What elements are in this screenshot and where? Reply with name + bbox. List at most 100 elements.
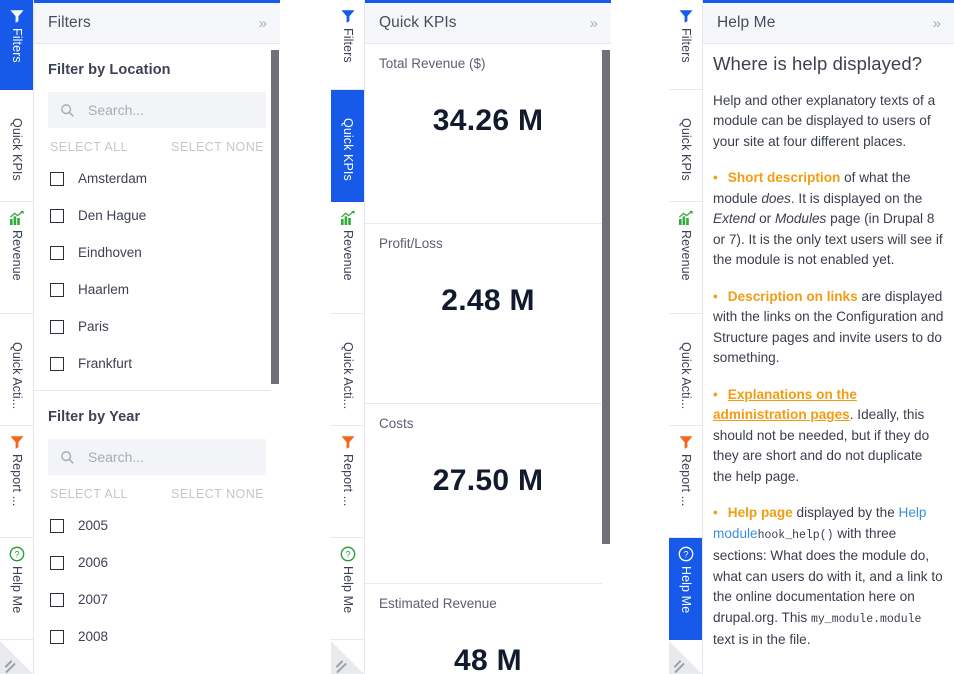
- kpis-collapse-icon[interactable]: »: [590, 16, 597, 31]
- rail-tab-quick-acti[interactable]: Quick Acti...: [331, 314, 365, 426]
- filter-option-row[interactable]: 2008: [48, 618, 266, 655]
- kpis-scrollbar-track[interactable]: [602, 44, 611, 674]
- rail-tab-report[interactable]: Report ...: [0, 426, 34, 538]
- kpi-value: 48 M: [365, 611, 611, 674]
- help-item-text: text is in the: [713, 632, 789, 647]
- rail-tab-filters[interactable]: Filters: [669, 0, 703, 90]
- help-item-emphasis: Modules: [775, 211, 826, 226]
- checkbox-icon[interactable]: [50, 246, 64, 260]
- rail-tab-label: Revenue: [0, 230, 34, 281]
- checkbox-icon[interactable]: [50, 209, 64, 223]
- filter-option-label: Frankfurt: [78, 356, 132, 371]
- rail-tab-report[interactable]: Report ...: [669, 426, 703, 538]
- help-item-lead[interactable]: Description on links: [728, 289, 858, 304]
- funnel-icon: [678, 8, 694, 24]
- help-item-lead[interactable]: Help page: [728, 505, 793, 520]
- rail-tab-help-me[interactable]: ?Help Me: [669, 538, 703, 640]
- tab-icon-placeholder: [9, 98, 25, 114]
- checkbox-icon[interactable]: [50, 320, 64, 334]
- filter-option-row[interactable]: Frankfurt: [48, 345, 266, 382]
- kpi-title: Profit/Loss: [365, 236, 611, 251]
- kpi-value: 34.26 M: [365, 71, 611, 138]
- rail-tab-label: Help Me: [0, 566, 34, 613]
- rail-tab-label: Help Me: [331, 566, 365, 613]
- filter-search-box[interactable]: [48, 439, 266, 475]
- rail-tab-filters[interactable]: Filters: [331, 0, 365, 90]
- help-collapse-icon[interactable]: »: [933, 16, 940, 31]
- checkbox-icon[interactable]: [50, 556, 64, 570]
- filter-search-input[interactable]: [86, 448, 256, 466]
- help-item-code: hook_help(): [758, 529, 834, 542]
- rail-tab-revenue[interactable]: Revenue: [0, 202, 34, 314]
- rail-tab-revenue[interactable]: Revenue: [669, 202, 703, 314]
- bar-chart-up-icon: [9, 210, 25, 226]
- help-bullet-item: •Description on links are displayed with…: [713, 287, 944, 369]
- rail-tab-quick-kpis[interactable]: Quick KPIs: [0, 90, 34, 202]
- checkbox-icon[interactable]: [50, 593, 64, 607]
- filters-panel-title: Filters: [48, 14, 91, 32]
- rail-tab-label: Report ...: [669, 454, 703, 506]
- panel-resize-grip[interactable]: [331, 640, 365, 674]
- filter-search-input[interactable]: [86, 101, 256, 119]
- filter-option-row[interactable]: 2007: [48, 581, 266, 618]
- checkbox-icon[interactable]: [50, 283, 64, 297]
- filter-option-label: 2007: [78, 592, 108, 607]
- filters-panel-body: Filters » Filter by LocationSELECT ALLSE…: [34, 0, 280, 674]
- help-panel-tab-rail: FiltersQuick KPIsRevenue Quick Acti... Rep…: [669, 0, 703, 674]
- rail-tab-report[interactable]: Report ...: [331, 426, 365, 538]
- help-panel-title: Help Me: [717, 14, 775, 32]
- rail-tab-filters[interactable]: Filters: [0, 0, 34, 90]
- select-all-link[interactable]: SELECT ALL: [50, 487, 128, 501]
- checkbox-icon[interactable]: [50, 519, 64, 533]
- funnel-icon: [340, 434, 356, 450]
- rail-tab-label: Quick Acti...: [331, 342, 365, 409]
- select-none-link[interactable]: SELECT NONE: [171, 487, 264, 501]
- help-bullet-list: •Short description of what the module do…: [713, 168, 944, 651]
- kpis-scrollbar-thumb[interactable]: [602, 50, 610, 544]
- filter-option-label: Amsterdam: [78, 171, 147, 186]
- filters-collapse-icon[interactable]: »: [259, 16, 266, 31]
- rail-tab-quick-kpis[interactable]: Quick KPIs: [331, 90, 365, 202]
- filter-option-row[interactable]: 2006: [48, 544, 266, 581]
- filter-option-label: Den Hague: [78, 208, 146, 223]
- funnel-icon: [340, 8, 356, 24]
- kpis-panel-header: Quick KPIs »: [365, 3, 611, 44]
- rail-tab-quick-kpis[interactable]: Quick KPIs: [669, 90, 703, 202]
- rail-tab-help-me[interactable]: ? Help Me: [331, 538, 365, 640]
- select-none-link[interactable]: SELECT NONE: [171, 140, 264, 154]
- filter-option-row[interactable]: Amsterdam: [48, 160, 266, 197]
- filters-scrollbar-thumb[interactable]: [271, 50, 279, 384]
- filter-option-row[interactable]: 2005: [48, 507, 266, 544]
- rail-tab-revenue[interactable]: Revenue: [331, 202, 365, 314]
- filters-scrollbar-track[interactable]: [271, 44, 280, 674]
- svg-text:?: ?: [14, 550, 19, 560]
- rail-tab-quick-acti[interactable]: Quick Acti...: [0, 314, 34, 426]
- bar-chart-up-icon: [9, 210, 25, 226]
- filter-option-label: 2005: [78, 518, 108, 533]
- bullet-icon: •: [713, 170, 718, 185]
- bullet-icon: •: [713, 289, 718, 304]
- filter-option-row[interactable]: Den Hague: [48, 197, 266, 234]
- rail-tab-label: Quick KPIs: [331, 118, 365, 181]
- rail-tab-quick-acti[interactable]: Quick Acti...: [669, 314, 703, 426]
- panel-resize-grip[interactable]: [669, 640, 703, 674]
- funnel-icon: [9, 434, 25, 450]
- funnel-icon: [340, 434, 356, 450]
- filter-option-label: Paris: [78, 319, 109, 334]
- filter-option-row[interactable]: Haarlem: [48, 271, 266, 308]
- rail-tab-help-me[interactable]: ? Help Me: [0, 538, 34, 640]
- panel-resize-grip[interactable]: [0, 640, 34, 674]
- select-all-link[interactable]: SELECT ALL: [50, 140, 128, 154]
- filter-option-row[interactable]: Paris: [48, 308, 266, 345]
- rail-tab-label: Help Me: [669, 566, 703, 613]
- help-item-lead[interactable]: Explanations on the administration pages: [713, 387, 857, 423]
- filter-option-row[interactable]: Eindhoven: [48, 234, 266, 271]
- checkbox-icon[interactable]: [50, 630, 64, 644]
- rail-tab-label: Quick Acti...: [669, 342, 703, 409]
- checkbox-icon[interactable]: [50, 172, 64, 186]
- checkbox-icon[interactable]: [50, 357, 64, 371]
- help-item-lead[interactable]: Short description: [728, 170, 841, 185]
- bar-chart-up-icon: [678, 210, 694, 226]
- svg-text:?: ?: [345, 550, 350, 560]
- filter-search-box[interactable]: [48, 92, 266, 128]
